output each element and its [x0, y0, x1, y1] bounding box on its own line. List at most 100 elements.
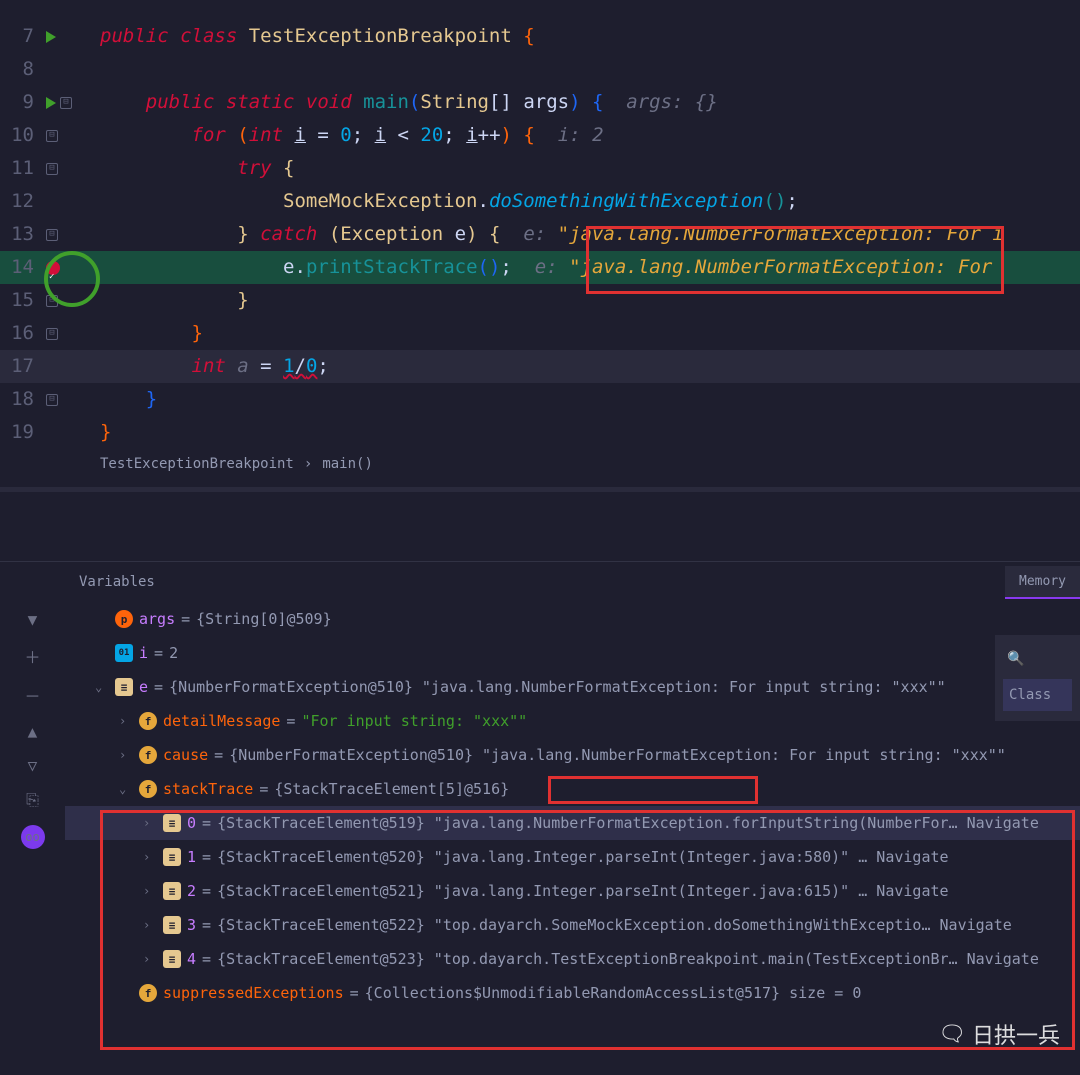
line-number[interactable]: 19: [0, 416, 42, 449]
expand-icon[interactable]: ›: [143, 952, 157, 966]
watermark: 🗨 日拱一兵: [938, 1018, 1060, 1050]
expand-icon[interactable]: ›: [143, 816, 157, 830]
fold-end-icon[interactable]: ⊟: [46, 394, 58, 406]
debug-panel: ▼ ＋ － ▲ ▽ ⎘ oo Variables Memory p args =…: [0, 562, 1080, 1010]
line-number[interactable]: 10: [0, 119, 42, 152]
expand-icon[interactable]: ›: [119, 748, 133, 762]
breadcrumb-method[interactable]: main(): [322, 456, 373, 472]
variable-row[interactable]: ›≡ 2 = {StackTraceElement@521} "java.lan…: [65, 874, 1080, 908]
code-line[interactable]: 7 public class TestExceptionBreakpoint {: [0, 20, 1080, 53]
run-icon[interactable]: [46, 97, 56, 109]
code-line[interactable]: 12 SomeMockException.doSomethingWithExce…: [0, 185, 1080, 218]
expand-icon[interactable]: ›: [143, 918, 157, 932]
variable-row[interactable]: f suppressedExceptions = {Collections$Un…: [65, 976, 1080, 1010]
line-number[interactable]: 7: [0, 20, 42, 53]
code-text[interactable]: SomeMockException.doSomethingWithExcepti…: [92, 185, 798, 218]
line-number[interactable]: 12: [0, 185, 42, 218]
variable-row[interactable]: 01 i = 2: [65, 636, 1080, 670]
fold-icon[interactable]: ⊟: [46, 163, 58, 175]
code-line[interactable]: 16 ⊟ }: [0, 317, 1080, 350]
line-number[interactable]: 17: [0, 350, 42, 383]
code-line[interactable]: 9 ⊟ public static void main(String[] args…: [0, 86, 1080, 119]
code-text[interactable]: }: [92, 383, 157, 416]
code-text[interactable]: }: [92, 317, 203, 350]
variable-row[interactable]: p args = {String[0]@509}: [65, 602, 1080, 636]
breadcrumb[interactable]: TestExceptionBreakpoint › main(): [0, 449, 1080, 479]
fold-icon[interactable]: ⊟: [46, 229, 58, 241]
code-editor: 7 public class TestExceptionBreakpoint { 8…: [0, 0, 1080, 449]
wechat-icon: 🗨: [938, 1021, 966, 1047]
variable-row[interactable]: ›≡ 1 = {StackTraceElement@520} "java.lan…: [65, 840, 1080, 874]
breadcrumb-class[interactable]: TestExceptionBreakpoint: [100, 456, 294, 472]
class-label[interactable]: Class: [1003, 679, 1072, 711]
code-text[interactable]: public class TestExceptionBreakpoint {: [92, 20, 535, 53]
variable-value: {NumberFormatException@510} "java.lang.N…: [229, 746, 1006, 764]
code-line[interactable]: 19}: [0, 416, 1080, 449]
variable-row[interactable]: ⌄f stackTrace = {StackTraceElement[5]@51…: [65, 772, 1080, 806]
variable-name: args: [139, 610, 175, 628]
fold-end-icon[interactable]: ⊟: [46, 328, 58, 340]
type-badge-icon: ≡: [163, 950, 181, 968]
code-text[interactable]: for (int i = 0; i < 20; i++) { i: 2: [92, 119, 604, 152]
code-line[interactable]: 13 ⊟ } catch (Exception e) { e: "java.lan…: [0, 218, 1080, 251]
code-line[interactable]: 10 ⊟ for (int i = 0; i < 20; i++) { i: 2: [0, 119, 1080, 152]
variable-row[interactable]: ›≡ 3 = {StackTraceElement@522} "top.daya…: [65, 908, 1080, 942]
variable-name: 2: [187, 882, 196, 900]
variable-row[interactable]: ›≡ 4 = {StackTraceElement@523} "top.daya…: [65, 942, 1080, 976]
add-watch-icon[interactable]: ＋: [24, 644, 40, 668]
code-text[interactable]: try {: [92, 152, 295, 185]
variable-name: cause: [163, 746, 208, 764]
type-badge-icon: f: [139, 746, 157, 764]
glasses-icon[interactable]: oo: [21, 825, 45, 849]
line-number[interactable]: 11: [0, 152, 42, 185]
variables-toolbar: ▼ ＋ － ▲ ▽ ⎘ oo: [0, 562, 65, 849]
code-line[interactable]: 11 ⊟ try {: [0, 152, 1080, 185]
line-number[interactable]: 18: [0, 383, 42, 416]
variable-row[interactable]: ›f cause = {NumberFormatException@510} "…: [65, 738, 1080, 772]
line-number[interactable]: 14: [0, 251, 42, 284]
variable-row[interactable]: ›≡ 0 = {StackTraceElement@519} "java.lan…: [65, 806, 1080, 840]
breakpoint-icon[interactable]: [46, 261, 60, 275]
line-number[interactable]: 15: [0, 284, 42, 317]
up-icon[interactable]: ▲: [28, 722, 38, 741]
variables-label: Variables: [79, 574, 155, 590]
type-badge-icon: f: [139, 984, 157, 1002]
variable-value: {Collections$UnmodifiableRandomAccessLis…: [365, 984, 862, 1002]
line-number[interactable]: 9: [0, 86, 42, 119]
copy-icon[interactable]: ⎘: [26, 790, 39, 810]
expand-icon[interactable]: ⌄: [95, 680, 109, 694]
code-text[interactable]: int a = 1/0;: [92, 350, 329, 383]
down-icon[interactable]: ▽: [28, 756, 38, 775]
fold-icon[interactable]: ⊟: [60, 97, 72, 109]
code-text[interactable]: }: [92, 416, 111, 449]
variable-value: {StackTraceElement@521} "java.lang.Integ…: [217, 882, 949, 900]
line-number[interactable]: 16: [0, 317, 42, 350]
memory-tab[interactable]: Memory: [1005, 566, 1080, 599]
fold-icon[interactable]: ⊟: [46, 130, 58, 142]
code-text[interactable]: e.printStackTrace(); e: "java.lang.Numbe…: [92, 251, 1004, 284]
search-icon[interactable]: 🔍: [1003, 645, 1072, 673]
expand-icon[interactable]: ⌄: [119, 782, 133, 796]
remove-icon[interactable]: －: [24, 683, 40, 707]
filter-icon[interactable]: ▼: [28, 610, 38, 629]
variables-tree[interactable]: p args = {String[0]@509}01 i = 2⌄≡ e = {…: [65, 602, 1080, 1010]
code-line[interactable]: 8: [0, 53, 1080, 86]
fold-end-icon[interactable]: ⊟: [46, 295, 58, 307]
variable-row[interactable]: ›f detailMessage = "For input string: "x…: [65, 704, 1080, 738]
code-line[interactable]: 15 ⊟ }: [0, 284, 1080, 317]
code-line[interactable]: 17 int a = 1/0;: [0, 350, 1080, 383]
run-icon[interactable]: [46, 31, 56, 43]
variable-row[interactable]: ⌄≡ e = {NumberFormatException@510} "java…: [65, 670, 1080, 704]
type-badge-icon: p: [115, 610, 133, 628]
variable-name: 4: [187, 950, 196, 968]
line-number[interactable]: 8: [0, 53, 42, 86]
code-line[interactable]: 14 e.printStackTrace(); e: "java.lang.Nu…: [0, 251, 1080, 284]
code-text[interactable]: } catch (Exception e) { e: "java.lang.Nu…: [92, 218, 1004, 251]
code-text[interactable]: }: [92, 284, 249, 317]
code-line[interactable]: 18 ⊟ }: [0, 383, 1080, 416]
code-text[interactable]: public static void main(String[] args) {…: [92, 86, 718, 119]
line-number[interactable]: 13: [0, 218, 42, 251]
expand-icon[interactable]: ›: [143, 884, 157, 898]
expand-icon[interactable]: ›: [119, 714, 133, 728]
expand-icon[interactable]: ›: [143, 850, 157, 864]
